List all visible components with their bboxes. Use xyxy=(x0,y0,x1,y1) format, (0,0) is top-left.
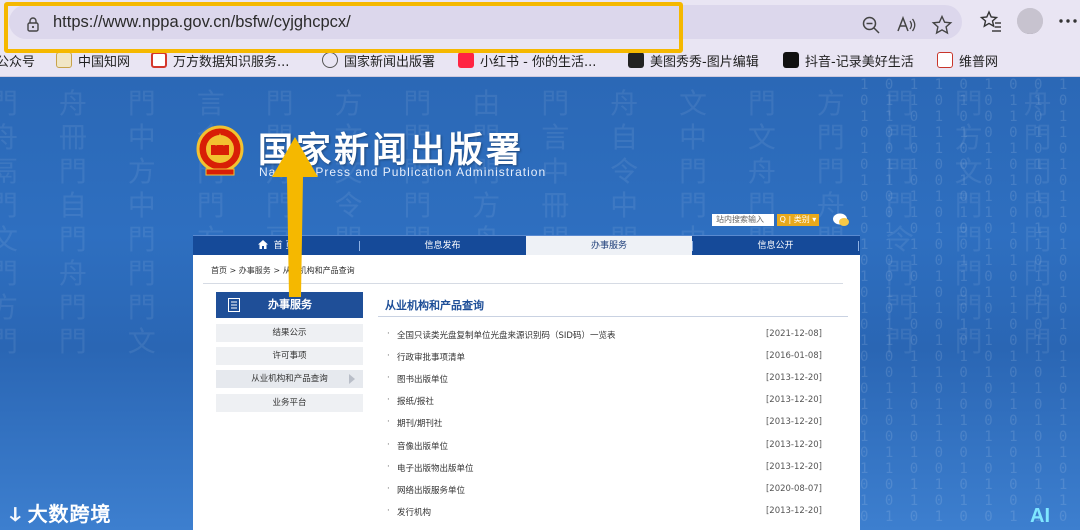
list-item[interactable]: · 电子出版物出版单位 [2013-12-20] xyxy=(387,462,827,476)
list-item[interactable]: · 图书出版单位 [2013-12-20] xyxy=(387,373,827,387)
favorite-star-icon[interactable] xyxy=(931,14,953,36)
site-search-button[interactable]: Q | 类别 ▾ xyxy=(777,214,819,226)
list-item[interactable]: · 网络出版服务单位 [2020-08-07] xyxy=(387,484,827,498)
binary-pattern: 1 0 1 1 0 1 0 0 1 1 0 1 1 0 1 0 1 1 0 0 … xyxy=(860,77,1072,525)
sidebar-item-platform[interactable]: 业务平台 xyxy=(216,394,363,412)
weipu-icon xyxy=(937,52,953,68)
list-item[interactable]: · 报纸/报社 [2013-12-20] xyxy=(387,395,827,409)
list-item-title[interactable]: 报纸/报社 xyxy=(397,395,434,407)
bookmark-weipu[interactable]: 维普网 xyxy=(937,51,998,70)
bookmark-cnki[interactable]: 中国知网 xyxy=(56,51,130,70)
zoom-out-icon[interactable] xyxy=(860,14,882,36)
bullet: · xyxy=(387,440,390,450)
more-options-icon[interactable] xyxy=(1056,9,1080,33)
list-item[interactable]: · 音像出版单位 [2013-12-20] xyxy=(387,440,827,454)
list-item-title[interactable]: 电子出版物出版单位 xyxy=(397,462,474,474)
douyin-icon xyxy=(783,52,799,68)
nav-separator xyxy=(858,241,859,251)
list-item-date: [2016-01-08] xyxy=(765,351,822,361)
list-item-date: [2013-12-20] xyxy=(765,395,822,405)
national-emblem-icon xyxy=(196,125,244,176)
list-item-date: [2013-12-20] xyxy=(765,462,822,472)
nav-services[interactable]: 办事服务 xyxy=(526,236,692,256)
list-item-title[interactable]: 发行机构 xyxy=(397,506,431,518)
list-item-title[interactable]: 期刊/期刊社 xyxy=(397,417,442,429)
bookmark-douyin[interactable]: 抖音-记录美好生活 xyxy=(783,51,914,70)
wanfang-icon xyxy=(151,52,167,68)
home-icon xyxy=(257,240,268,249)
nav-news[interactable]: 信息发布 xyxy=(360,236,525,256)
list-item-date: [2013-12-20] xyxy=(765,506,822,516)
site-search-input[interactable]: 站内搜索输入 xyxy=(712,214,774,226)
sidebar-item-results[interactable]: 结果公示 xyxy=(216,324,363,342)
chevron-right-icon xyxy=(349,374,355,384)
bullet: · xyxy=(387,373,390,383)
notification-dot xyxy=(1017,8,1043,34)
list-item-title[interactable]: 音像出版单位 xyxy=(397,440,448,452)
watermark: ↆ 大数跨境 xyxy=(10,502,112,526)
list-item-date: [2020-08-07] xyxy=(765,484,822,494)
highlight-box xyxy=(4,2,683,53)
list-item-title[interactable]: 行政审批事项清单 xyxy=(397,351,465,363)
page-title: 从业机构和产品查询 xyxy=(385,299,484,312)
bookmark-xiaohongshu[interactable]: 小红书 - 你的生活... xyxy=(458,51,596,70)
list-item-title[interactable]: 图书出版单位 xyxy=(397,373,448,385)
bullet: · xyxy=(387,329,390,339)
nav-disclosure[interactable]: 信息公开 xyxy=(693,236,858,256)
list-item-date: [2013-12-20] xyxy=(765,440,822,450)
bullet: · xyxy=(387,506,390,516)
bookmark-meitu[interactable]: 美图秀秀-图片编辑 xyxy=(628,51,759,70)
ai-badge: AI xyxy=(1030,505,1050,527)
list-item[interactable]: · 行政审批事项清单 [2016-01-08] xyxy=(387,351,827,365)
bullet: · xyxy=(387,417,390,427)
watermark-logo-icon: ↆ xyxy=(10,502,22,526)
list-item-title[interactable]: 网络出版服务单位 xyxy=(397,484,465,496)
list-item[interactable]: · 发行机构 [2013-12-20] xyxy=(387,506,827,520)
list-item-date: [2013-12-20] xyxy=(765,373,822,383)
list-item-date: [2013-12-20] xyxy=(765,417,822,427)
annotation-arrow-icon xyxy=(272,137,318,297)
bookmark-gongzhonghao[interactable]: 公众号 xyxy=(0,51,35,70)
website-viewport: 門 舟 門 言 門 方 門 由 門 舟 文 門 方 門 門 舟 門舟 冊 中 令… xyxy=(0,77,1080,530)
list-item[interactable]: · 期刊/期刊社 [2013-12-20] xyxy=(387,417,827,431)
read-aloud-icon[interactable] xyxy=(895,14,917,36)
list-item-title[interactable]: 全国只读类光盘复制单位光盘来源识别码（SID码）一览表 xyxy=(397,329,615,341)
sidebar-item-institution-query[interactable]: 从业机构和产品查询 xyxy=(216,370,363,388)
bullet: · xyxy=(387,395,390,405)
bullet: · xyxy=(387,484,390,494)
favorites-list-icon[interactable] xyxy=(979,9,1003,33)
globe-icon xyxy=(322,52,338,68)
cnki-icon xyxy=(56,52,72,68)
xiaohongshu-icon xyxy=(458,52,474,68)
bookmark-nppa[interactable]: 国家新闻出版署 xyxy=(322,51,435,70)
list-item-date: [2021-12-08] xyxy=(765,329,822,339)
document-icon xyxy=(228,298,240,312)
bullet: · xyxy=(387,462,390,472)
list-item[interactable]: · 全国只读类光盘复制单位光盘来源识别码（SID码）一览表 [2021-12-08] xyxy=(387,329,827,343)
divider xyxy=(378,316,848,317)
chat-icon[interactable] xyxy=(832,212,850,228)
meitu-icon xyxy=(628,52,644,68)
bookmark-wanfang[interactable]: 万方数据知识服务... xyxy=(151,51,289,70)
bullet: · xyxy=(387,351,390,361)
sidebar-item-permits[interactable]: 许可事项 xyxy=(216,347,363,365)
